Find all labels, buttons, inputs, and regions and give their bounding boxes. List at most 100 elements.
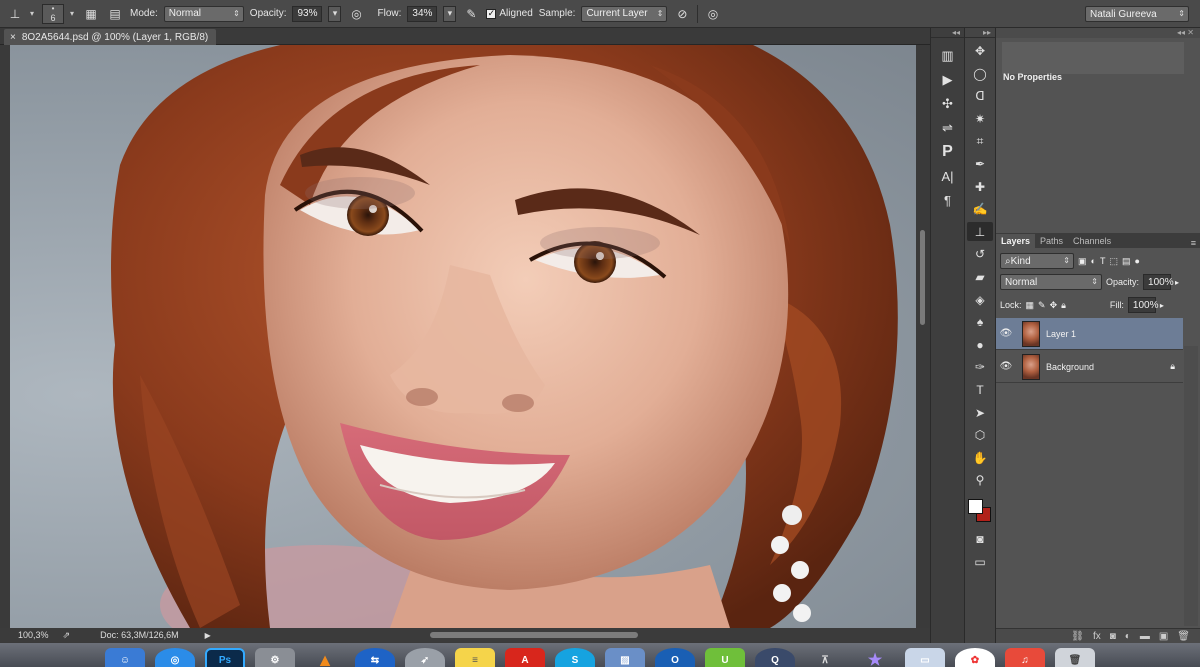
brush-presets-icon[interactable]: ✣ xyxy=(935,94,961,114)
panel-menu-icon[interactable]: ≡ xyxy=(1191,238,1200,248)
paragraph-style-icon[interactable]: P xyxy=(935,142,961,162)
dodge-tool-icon[interactable]: ● xyxy=(967,335,993,354)
aligned-checkbox[interactable]: ✓ Aligned xyxy=(486,8,533,19)
flow-dropdown-arrow-icon[interactable]: ▾ xyxy=(443,5,457,22)
foreground-color-swatch[interactable] xyxy=(968,498,983,514)
new-group-icon[interactable]: ▬ xyxy=(1140,631,1150,642)
close-tab-icon[interactable]: × xyxy=(10,32,16,43)
collapse-panels-icon[interactable]: ◂◂ ✕ xyxy=(996,28,1200,38)
crop-tool-icon[interactable]: ⌗ xyxy=(967,132,993,151)
lock-transparency-icon[interactable]: ▦ xyxy=(1026,300,1035,311)
canvas-vertical-scrollbar[interactable] xyxy=(916,45,930,628)
horizontal-scroll-thumb[interactable] xyxy=(430,632,638,638)
system-preferences-app-icon[interactable]: ⚙ xyxy=(255,648,295,667)
play-icon[interactable]: ▶ xyxy=(935,70,961,90)
opacity-input[interactable]: 93% xyxy=(292,5,323,22)
brush-tool-icon[interactable]: ✍ xyxy=(967,200,993,219)
link-layers-icon[interactable]: ⛓ xyxy=(1071,631,1084,642)
layer-style-fx-icon[interactable]: fx xyxy=(1093,631,1101,642)
healing-brush-tool-icon[interactable]: ✚ xyxy=(967,177,993,196)
workspace-select[interactable]: Natali Gureeva ⇕ xyxy=(1085,6,1189,22)
vlc-app-icon[interactable]: ▲ xyxy=(305,648,345,667)
histogram-icon[interactable]: ▥ xyxy=(935,46,961,66)
visibility-eye-icon[interactable]: 👁︎ xyxy=(996,328,1016,339)
move-tool-icon[interactable]: ✥ xyxy=(967,42,993,61)
lock-image-icon[interactable]: ✎ xyxy=(1038,300,1046,311)
acrobat-app-icon[interactable]: A xyxy=(505,648,545,667)
fill-input[interactable]: 100% xyxy=(1127,297,1159,313)
teamviewer-app-icon[interactable]: ⇆ xyxy=(355,648,395,667)
path-selection-tool-icon[interactable]: ➤ xyxy=(967,403,993,422)
opacity-slider-arrow-icon[interactable]: ▸ xyxy=(1175,278,1179,287)
layers-scrollbar[interactable] xyxy=(1184,346,1198,626)
tool-preset-dropdown-arrow-icon[interactable]: ▾ xyxy=(30,9,36,18)
eraser-tool-icon[interactable]: ▰ xyxy=(967,268,993,287)
collapse-strip-icon[interactable]: ◂◂ xyxy=(931,28,964,38)
clone-source-panel-icon[interactable]: ▤ xyxy=(106,5,124,23)
brush-size-picker[interactable]: • 6 xyxy=(42,3,64,24)
shape-tool-icon[interactable]: ⬡ xyxy=(967,426,993,445)
type-tool-icon[interactable]: T xyxy=(967,381,993,400)
skype-app-icon[interactable]: S xyxy=(555,648,595,667)
brush-picker-arrow-icon[interactable]: ▾ xyxy=(70,9,76,18)
filter-smart-object-icon[interactable]: ▤ xyxy=(1122,256,1131,267)
trash-app-icon[interactable]: 🗑︎ xyxy=(1055,648,1095,667)
paint-bucket-tool-icon[interactable]: ◈ xyxy=(967,290,993,309)
finder-app-icon[interactable]: ☺ xyxy=(105,648,145,667)
tab-channels[interactable]: Channels xyxy=(1068,234,1116,248)
paragraph-icon[interactable]: ¶ xyxy=(935,190,961,210)
character-icon[interactable]: A| xyxy=(935,166,961,186)
lock-all-icon[interactable]: 🔒︎ xyxy=(1061,300,1066,311)
mode-select[interactable]: Normal ⇕ xyxy=(163,5,244,22)
clone-stamp-tool-icon[interactable]: ⊥ xyxy=(967,222,993,242)
export-icon[interactable]: ⇗ xyxy=(63,630,71,641)
tab-paths[interactable]: Paths xyxy=(1035,234,1068,248)
delete-layer-icon[interactable]: 🗑︎ xyxy=(1177,631,1190,642)
brush-panel-toggle-icon[interactable]: ▦ xyxy=(82,5,100,23)
document-canvas[interactable] xyxy=(10,45,916,628)
new-layer-icon[interactable]: ▣ xyxy=(1159,631,1168,642)
pen-tool-icon[interactable]: ✑ xyxy=(967,358,993,377)
document-tab[interactable]: × 8O2A5644.psd @ 100% (Layer 1, RGB/8) xyxy=(4,29,217,45)
zoom-level[interactable]: 100,3% xyxy=(18,630,49,640)
lasso-tool-icon[interactable]: ᗡ xyxy=(967,87,993,106)
status-menu-arrow-icon[interactable]: ▶ xyxy=(205,631,211,640)
layer-row-layer-1[interactable]: 👁︎ Layer 1 xyxy=(996,318,1183,350)
photos-app-icon[interactable]: ✿ xyxy=(955,648,995,667)
opacity-dropdown-arrow-icon[interactable]: ▾ xyxy=(328,5,342,22)
filter-adjustment-icon[interactable]: ◐ xyxy=(1091,256,1096,266)
visibility-eye-icon[interactable]: 👁︎ xyxy=(996,361,1016,372)
quick-mask-icon[interactable]: ◙ xyxy=(967,529,993,548)
layer-opacity-input[interactable]: 100% xyxy=(1143,274,1174,290)
pressure-opacity-icon[interactable]: ◎ xyxy=(347,5,365,23)
safari-app-icon[interactable]: ◎ xyxy=(155,648,195,667)
notes-app-icon[interactable]: ≡ xyxy=(455,648,495,667)
collapse-tools-icon[interactable]: ▸▸ xyxy=(965,28,995,38)
launchpad-app-icon[interactable]: ➶ xyxy=(405,648,445,667)
airbrush-icon[interactable]: ✎ xyxy=(462,5,480,23)
layer-filter-select[interactable]: ⌕ Kind ⇕ xyxy=(1000,253,1074,269)
flow-input[interactable]: 34% xyxy=(407,5,438,22)
preview-app-icon[interactable]: ▨ xyxy=(605,648,645,667)
adjustment-layer-icon[interactable]: ◐ xyxy=(1125,631,1131,642)
pressure-size-icon[interactable]: ◎ xyxy=(697,4,721,23)
filter-shape-icon[interactable]: ⬚ xyxy=(1109,256,1118,267)
history-brush-tool-icon[interactable]: ↺ xyxy=(967,245,993,264)
filter-pixel-icon[interactable]: ▣ xyxy=(1078,256,1087,267)
filter-toggle-icon[interactable]: ● xyxy=(1134,256,1139,266)
imovie-app-icon[interactable]: ★ xyxy=(855,648,895,667)
quicktime-app-icon[interactable]: Q xyxy=(755,648,795,667)
add-mask-icon[interactable]: ◙ xyxy=(1110,631,1116,642)
filter-type-icon[interactable]: T xyxy=(1100,256,1106,266)
clone-stamp-tool-preset-icon[interactable]: ⊥ xyxy=(6,5,24,23)
marquee-tool-icon[interactable]: ◯ xyxy=(967,64,993,83)
sample-select[interactable]: Current Layer ⇕ xyxy=(581,5,668,22)
keynote-app-icon[interactable]: ⊼ xyxy=(805,648,845,667)
lock-position-icon[interactable]: ✥ xyxy=(1050,300,1058,311)
fill-slider-arrow-icon[interactable]: ▸ xyxy=(1160,301,1164,310)
ignore-adjustment-layers-icon[interactable]: ⊘ xyxy=(673,5,691,23)
adjustments-icon[interactable]: ⇌ xyxy=(935,118,961,138)
hand-tool-icon[interactable]: ✋ xyxy=(967,448,993,467)
fantastical-app-icon[interactable]: ♫ xyxy=(1005,648,1045,667)
magic-wand-tool-icon[interactable]: ✷ xyxy=(967,109,993,128)
